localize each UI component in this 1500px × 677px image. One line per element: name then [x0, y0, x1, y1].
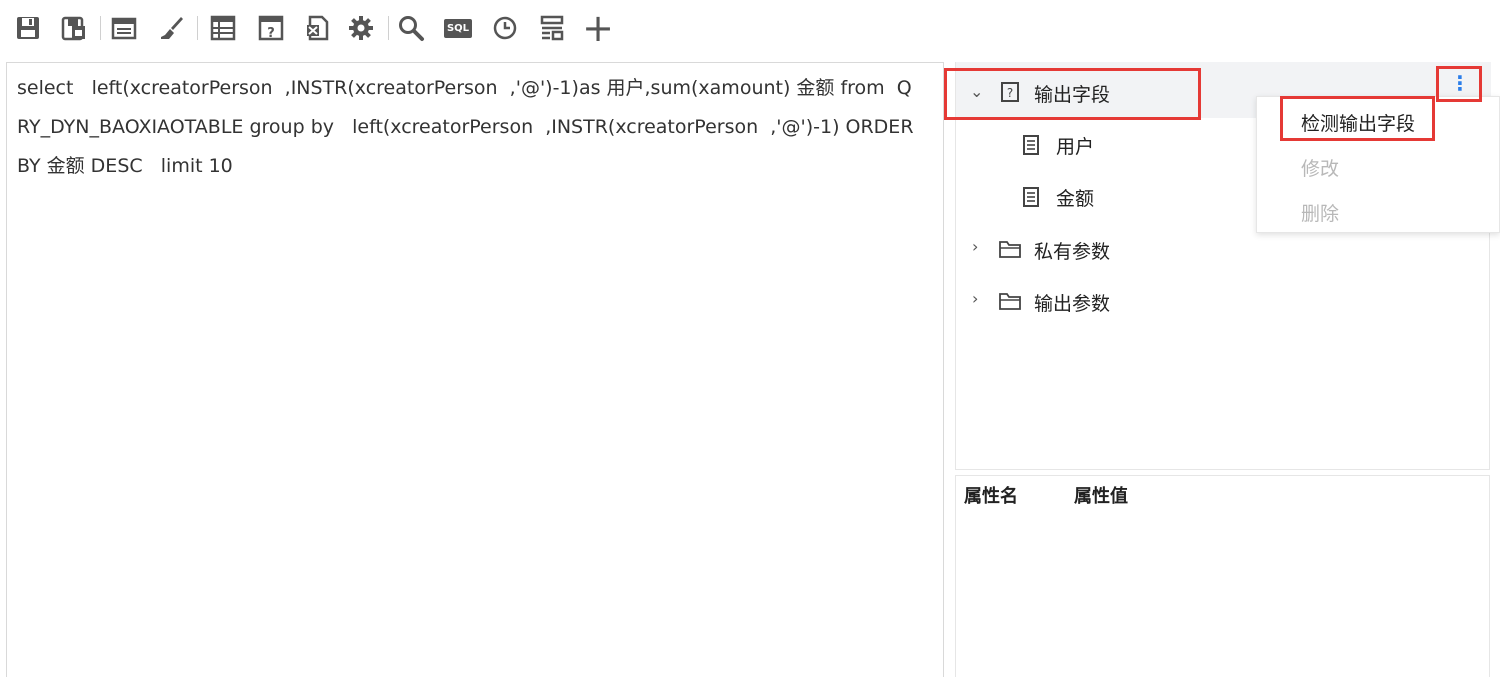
- document-icon: [1023, 187, 1039, 207]
- add-icon[interactable]: +: [582, 6, 614, 50]
- tree-label-user: 用户: [1056, 136, 1095, 158]
- more-icon: ⋮: [1450, 71, 1470, 95]
- folder-icon: [999, 293, 1021, 310]
- document-icon: [1023, 135, 1039, 155]
- filter-icon[interactable]: [538, 14, 566, 42]
- property-name-header: 属性名: [964, 486, 1018, 507]
- context-menu: 检测输出字段 修改 删除: [1256, 96, 1500, 233]
- menu-item-edit[interactable]: 修改: [1301, 154, 1339, 181]
- brush-icon[interactable]: [157, 14, 185, 42]
- menu-item-delete[interactable]: 删除: [1301, 199, 1339, 226]
- svg-text:?: ?: [1007, 86, 1013, 100]
- settings-icon[interactable]: [347, 14, 375, 42]
- window-icon[interactable]: [110, 14, 138, 42]
- sql-editor[interactable]: select left(xcreatorPerson ,INSTR(xcreat…: [6, 62, 944, 677]
- help-doc-icon: ?: [1001, 82, 1019, 102]
- table-icon[interactable]: [209, 14, 237, 42]
- toolbar-separator: [100, 16, 101, 40]
- property-value-header: 属性值: [1074, 486, 1128, 507]
- toolbar: ? SQL +: [0, 0, 1500, 60]
- clock-icon[interactable]: [491, 14, 519, 42]
- folder-icon: [999, 241, 1021, 258]
- excel-icon[interactable]: [304, 14, 332, 42]
- search-icon[interactable]: [397, 14, 425, 42]
- sql-badge: SQL: [443, 18, 473, 38]
- chevron-down-icon[interactable]: ⌄: [970, 82, 983, 101]
- more-options-button[interactable]: ⋮: [1438, 66, 1482, 100]
- svg-text:?: ?: [267, 26, 275, 41]
- add-glyph: +: [582, 6, 614, 50]
- tree-label-output-params: 输出参数: [1034, 293, 1111, 315]
- chevron-right-icon[interactable]: ›: [972, 289, 978, 308]
- sql-icon[interactable]: SQL: [443, 14, 473, 42]
- tree-label-private-params: 私有参数: [1034, 241, 1111, 263]
- chevron-right-icon[interactable]: ›: [972, 237, 978, 256]
- sql-text[interactable]: select left(xcreatorPerson ,INSTR(xcreat…: [17, 69, 917, 186]
- save-icon[interactable]: [14, 14, 42, 42]
- tree-node-private-params[interactable]: › 私有参数: [970, 229, 1230, 269]
- help-table-icon[interactable]: ?: [257, 14, 285, 42]
- tree-node-field-user[interactable]: 用户: [1020, 124, 1220, 164]
- save-as-icon[interactable]: [60, 14, 88, 42]
- tree-label-output-fields: 输出字段: [1034, 84, 1111, 106]
- tree-label-amount: 金额: [1056, 188, 1095, 210]
- menu-item-detect-output-fields[interactable]: 检测输出字段: [1301, 109, 1415, 136]
- properties-panel: 属性名 属性值: [955, 475, 1490, 677]
- tree-node-field-amount[interactable]: 金额: [1020, 176, 1220, 216]
- toolbar-separator: [388, 16, 389, 40]
- tree-node-output-params[interactable]: › 输出参数: [970, 281, 1230, 321]
- toolbar-separator: [197, 16, 198, 40]
